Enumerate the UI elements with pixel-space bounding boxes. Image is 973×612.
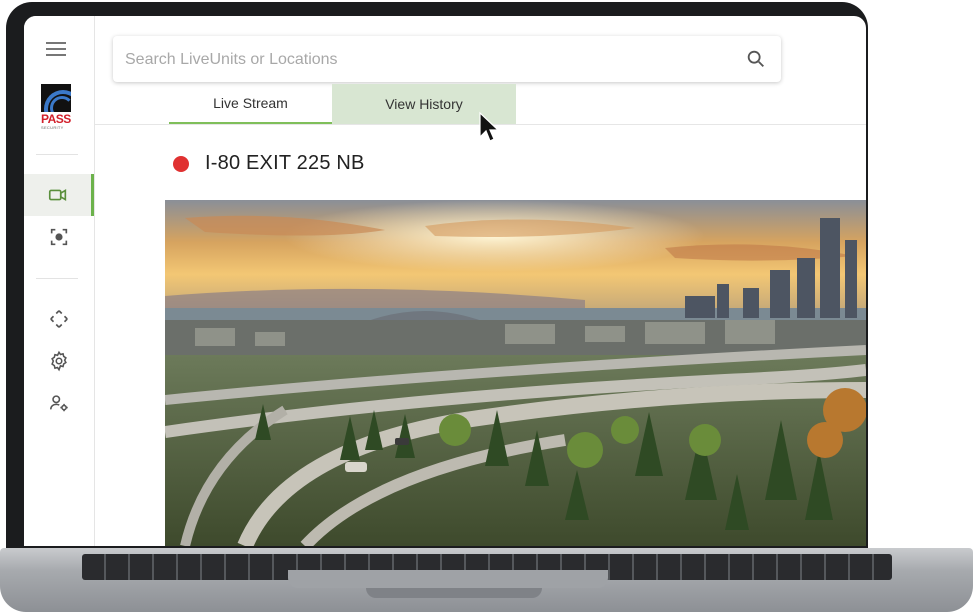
- live-status-dot: [173, 155, 189, 172]
- camera-feed-image: [165, 200, 866, 546]
- base-notch: [366, 588, 542, 598]
- expand-arrows-icon: [50, 310, 68, 328]
- camera-feed[interactable]: [165, 200, 866, 546]
- search-input[interactable]: [123, 36, 727, 84]
- trackpad: [288, 570, 608, 588]
- camera-header: I-80 EXIT 225 NB: [173, 152, 365, 175]
- view-tabs: Live Stream View History: [169, 84, 516, 124]
- sidebar: PASS SECURITY: [24, 16, 95, 546]
- app-screen: PASS SECURITY Search LiveUnits or Locati…: [24, 16, 866, 546]
- camera-name: I-80 EXIT 225 NB: [205, 152, 365, 174]
- sidebar-item-user-settings[interactable]: [24, 382, 94, 424]
- main-content: Live Stream View History I-80 EXIT 225 N…: [95, 16, 866, 546]
- tab-live-stream[interactable]: Live Stream: [169, 84, 332, 124]
- logo-mark: [41, 84, 71, 112]
- gear-icon: [51, 350, 67, 372]
- sidebar-item-live-camera[interactable]: [24, 174, 94, 216]
- search-icon[interactable]: [745, 48, 767, 70]
- user-gear-icon: [49, 395, 68, 412]
- sidebar-divider: [36, 278, 78, 279]
- pass-security-logo: PASS SECURITY: [41, 84, 73, 132]
- sidebar-item-snapshot[interactable]: [24, 216, 94, 258]
- video-camera-icon: [48, 188, 66, 202]
- logo-brand: PASS: [41, 112, 71, 126]
- menu-icon[interactable]: [46, 42, 66, 60]
- laptop-bezel: PASS SECURITY Search LiveUnits or Locati…: [6, 2, 868, 558]
- camera-focus-icon: [50, 228, 68, 246]
- sidebar-item-settings[interactable]: [24, 340, 94, 382]
- mouse-cursor-icon: [479, 111, 500, 142]
- sidebar-item-move[interactable]: [24, 298, 94, 340]
- laptop-base: [0, 548, 973, 612]
- sidebar-divider: [36, 154, 78, 155]
- search-bar: [113, 36, 781, 84]
